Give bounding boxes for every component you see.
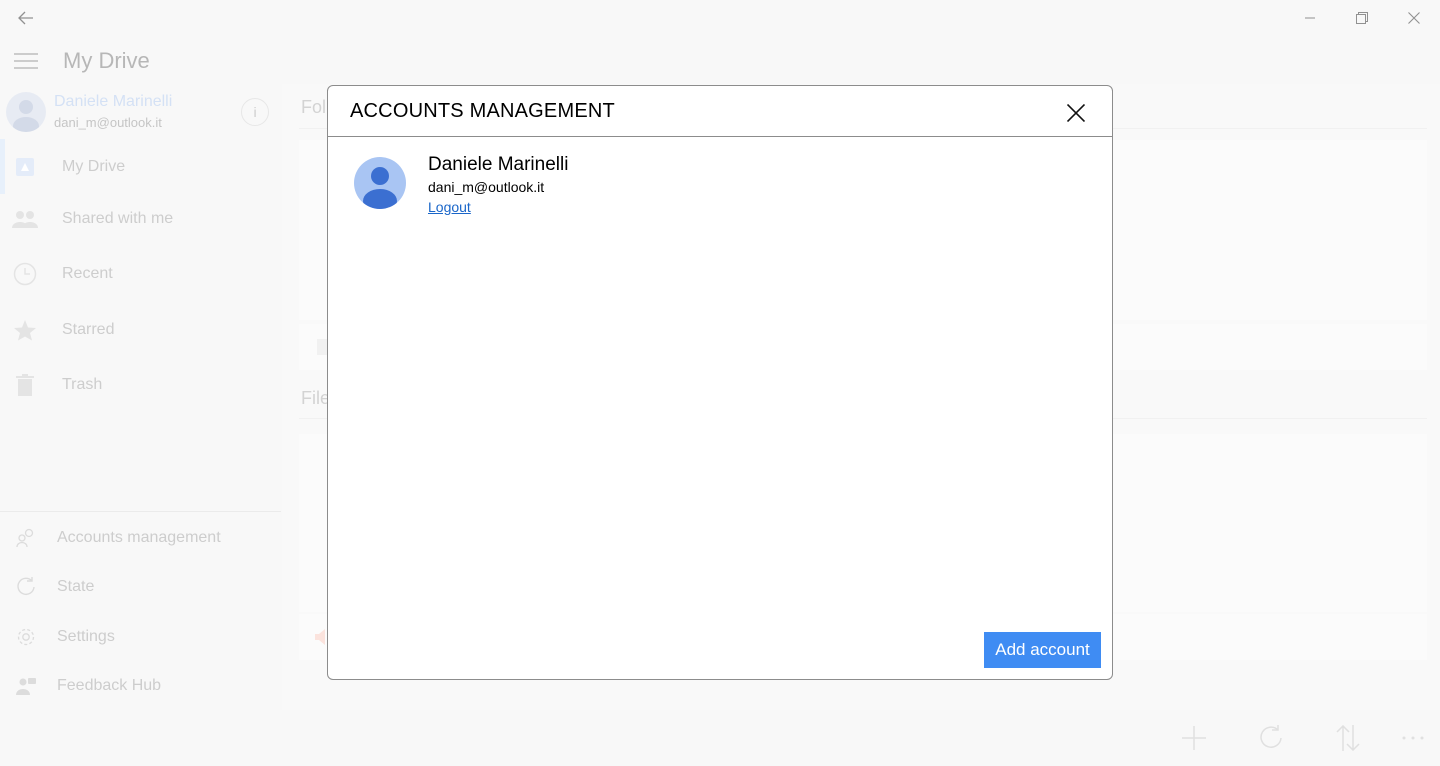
dialog-title: ACCOUNTS MANAGEMENT — [350, 100, 615, 122]
account-name: Daniele Marinelli — [428, 154, 569, 175]
accounts-management-dialog: ACCOUNTS MANAGEMENT Daniele Marinelli da… — [327, 85, 1113, 680]
logout-link[interactable]: Logout — [428, 199, 471, 215]
account-email: dani_m@outlook.it — [428, 179, 545, 195]
dialog-divider — [328, 136, 1112, 137]
add-account-button[interactable]: Add account — [984, 632, 1101, 668]
close-icon — [1067, 104, 1085, 122]
dialog-close-button[interactable] — [1054, 94, 1098, 132]
avatar — [354, 157, 406, 209]
user-icon — [363, 167, 397, 209]
